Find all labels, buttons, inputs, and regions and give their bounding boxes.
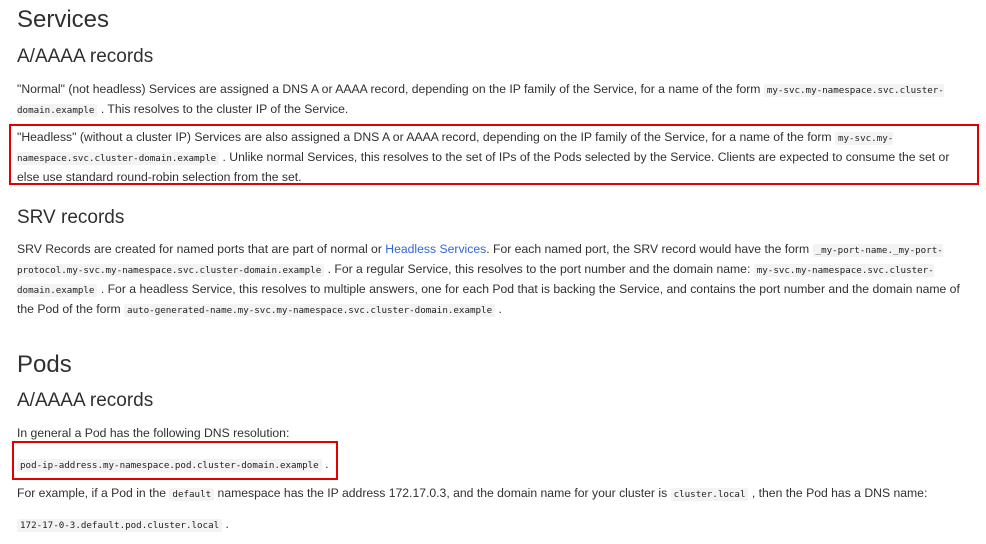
pods-heading: Pods — [17, 351, 72, 378]
pod-resolution-code: pod-ip-address.my-namespace.pod.cluster-… — [17, 459, 322, 472]
cluster-local-code: cluster.local — [670, 488, 749, 501]
headless-services-paragraph: "Headless" (without a cluster IP) Servic… — [17, 128, 967, 187]
pod-example-dns-code: 172-17-0-3.default.pod.cluster.local — [17, 519, 223, 532]
srv-text-2: . For each named port, the SRV record wo… — [486, 242, 813, 256]
srv-pod-form-code: auto-generated-name.my-svc.my-namespace.… — [124, 304, 496, 317]
services-a-aaaa-heading: A/AAAA records — [17, 46, 154, 67]
pod-example-name-line: 172-17-0-3.default.pod.cluster.local . — [17, 515, 972, 535]
normal-services-paragraph: "Normal" (not headless) Services are ass… — [17, 80, 962, 120]
example-text-3: , then the Pod has a DNS name: — [748, 486, 928, 500]
pod-resolution-tail: . — [321, 457, 329, 471]
pod-example-tail: . — [222, 517, 229, 531]
example-text-2: namespace has the IP address 172.17.0.3,… — [214, 486, 671, 500]
srv-text-3: . For a regular Service, this resolves t… — [324, 262, 754, 276]
docs-page: Services A/AAAA records "Normal" (not he… — [0, 0, 986, 544]
srv-text-1: SRV Records are created for named ports … — [17, 242, 386, 256]
services-heading: Services — [17, 6, 110, 33]
srv-records-heading: SRV records — [17, 207, 125, 228]
example-text-1: For example, if a Pod in the — [17, 486, 170, 500]
normal-text-2: . This resolves to the cluster IP of the… — [97, 102, 349, 116]
srv-text-5: . — [495, 302, 502, 316]
pod-resolution-line: pod-ip-address.my-namespace.pod.cluster-… — [17, 455, 972, 475]
headless-text-1: "Headless" (without a cluster IP) Servic… — [17, 130, 835, 144]
srv-paragraph: SRV Records are created for named ports … — [17, 240, 972, 320]
pods-a-aaaa-heading: A/AAAA records — [17, 390, 154, 411]
pod-example-paragraph: For example, if a Pod in the default nam… — [17, 484, 972, 504]
headless-services-link[interactable]: Headless Services — [385, 242, 486, 256]
normal-text-1: "Normal" (not headless) Services are ass… — [17, 82, 764, 96]
default-namespace-code: default — [169, 488, 215, 501]
